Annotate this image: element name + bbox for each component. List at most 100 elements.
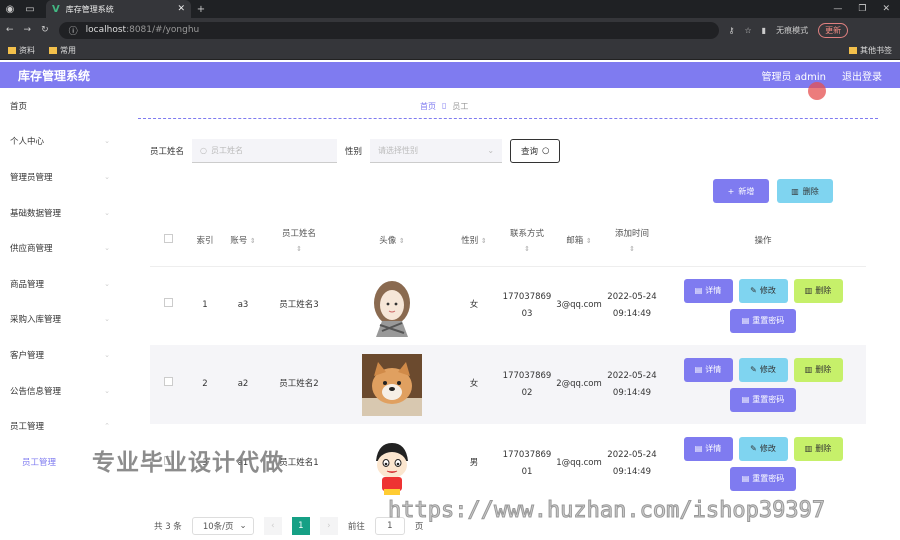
batch-delete-button[interactable]: ▥ 删除	[777, 179, 833, 203]
browser-menu-icon[interactable]: ◉	[0, 0, 20, 18]
sidebar-item-supplier[interactable]: 供应商管理 ⌄	[0, 230, 122, 266]
sidebar-item-goods[interactable]: 商品管理 ⌄	[0, 266, 122, 302]
cell-time: 2022-05-24 09:14:49	[607, 291, 657, 319]
sidebar-item-purchase[interactable]: 采购入库管理 ⌄	[0, 302, 122, 338]
col-avatar[interactable]: 头像 ⇕	[336, 218, 448, 267]
sidepanel-icon[interactable]: ▮	[762, 26, 766, 35]
detail-button[interactable]: ▤ 详情	[683, 357, 733, 382]
select-all-checkbox[interactable]	[163, 234, 173, 244]
table-row: 1 a3 员工姓名3 女 17703786903 3@qq.com 2022-0…	[150, 266, 866, 345]
cell-name: 员工姓名3	[279, 300, 319, 311]
sidebar-item-notice[interactable]: 公告信息管理 ⌄	[0, 373, 122, 409]
sort-icon[interactable]: ⇕	[481, 237, 487, 245]
page-size-select[interactable]: 10条/页 ⌄	[191, 517, 254, 535]
url-field[interactable]: ⓘ localhost:8081/#/yonghu	[58, 21, 719, 39]
gender-select[interactable]: 请选择性别 ⌄	[370, 139, 503, 163]
edit-button[interactable]: ✎ 修改	[738, 436, 788, 461]
tab-search-icon[interactable]: ▭	[20, 0, 40, 18]
add-button[interactable]: + 新增	[713, 179, 769, 203]
reset-label: 重置密码	[752, 474, 785, 483]
reset-password-button[interactable]: ▤ 重置密码	[730, 387, 796, 412]
col-email[interactable]: 邮箱 ⇕	[554, 218, 604, 267]
chevron-up-icon: ⌃	[104, 422, 110, 431]
col-account[interactable]: 账号 ⇕	[224, 218, 262, 267]
breadcrumb-home[interactable]: 首页	[420, 101, 436, 112]
query-button[interactable]: 查询 ○	[510, 139, 561, 163]
browser-tab[interactable]: V 库存管理系统 ✕	[46, 0, 191, 18]
edit-label: 修改	[759, 365, 776, 374]
window-close-icon[interactable]: ✕	[882, 4, 890, 14]
sort-icon[interactable]: ⇕	[629, 245, 635, 253]
name-search-input[interactable]: ○ 员工姓名	[192, 139, 338, 163]
sidebar-item-home[interactable]: 首页	[0, 88, 122, 124]
bookmark-label: 资料	[19, 46, 35, 55]
sidebar-item-customer[interactable]: 客户管理 ⌄	[0, 337, 122, 373]
col-gender[interactable]: 性别 ⇕	[448, 218, 500, 267]
avatar-image[interactable]	[362, 353, 422, 416]
star-icon[interactable]: ☆	[745, 26, 752, 35]
col-label: 添加时间	[614, 228, 649, 239]
row-checkbox[interactable]	[163, 298, 173, 308]
reload-icon[interactable]: ↻	[41, 25, 49, 35]
trash-icon: ▥	[804, 365, 813, 374]
sort-icon[interactable]: ⇕	[399, 237, 405, 245]
delete-button[interactable]: ▥ 删除	[793, 278, 843, 303]
sort-icon[interactable]: ⇕	[250, 237, 256, 245]
detail-button[interactable]: ▤ 详情	[683, 278, 733, 303]
reset-password-button[interactable]: ▤ 重置密码	[730, 308, 796, 333]
doc-icon: ▤	[694, 286, 703, 296]
info-icon[interactable]: ⓘ	[69, 24, 78, 37]
filter-bar: 员工姓名 ○ 员工姓名 性别 请选择性别 ⌄ 查询 ○	[150, 139, 561, 163]
avatar-image[interactable]	[362, 274, 422, 337]
edit-button[interactable]: ✎ 修改	[738, 357, 788, 382]
restore-icon[interactable]: ❐	[858, 4, 866, 14]
delete-button[interactable]: ▥ 删除	[793, 357, 843, 382]
minimize-icon[interactable]: —	[833, 4, 842, 14]
cell-name: 员工姓名2	[262, 345, 336, 424]
incognito-label[interactable]: 无痕模式	[776, 25, 808, 36]
key-icon[interactable]: ⚷	[729, 26, 735, 35]
browser-tab-bar: ◉ ▭ V 库存管理系统 ✕ + — ❐ ✕	[0, 0, 900, 18]
reset-password-button[interactable]: ▤ 重置密码	[730, 466, 796, 491]
back-icon[interactable]: ←	[6, 25, 14, 35]
logout-link[interactable]: 退出登录	[842, 68, 882, 83]
new-tab-icon[interactable]: +	[191, 0, 211, 18]
page-1-button[interactable]: 1	[291, 517, 310, 535]
gender-label: 性别	[345, 147, 363, 157]
next-page-button[interactable]: ›	[319, 517, 338, 535]
search-icon: ○	[200, 146, 207, 155]
sidebar-item-basic-data[interactable]: 基础数据管理 ⌄	[0, 195, 122, 231]
edit-button[interactable]: ✎ 修改	[738, 278, 788, 303]
sidebar-item-staff[interactable]: 员工管理 ⌃	[0, 408, 122, 444]
watermark-text: 专业毕业设计代做	[92, 450, 284, 476]
other-bookmarks[interactable]: 其他书签	[849, 45, 892, 56]
bookmark-folder[interactable]: 常用	[49, 45, 76, 56]
avatar-image[interactable]	[362, 432, 422, 495]
sidebar-item-label: 员工管理	[22, 457, 57, 468]
bookmark-folder[interactable]: 资料	[8, 45, 35, 56]
delete-button[interactable]: ▥ 删除	[793, 436, 843, 461]
doc-icon: ▤	[694, 365, 703, 374]
sidebar-item-label: 公告信息管理	[10, 386, 62, 397]
sort-icon[interactable]: ⇕	[296, 245, 302, 253]
col-name[interactable]: 员工姓名 ⇕	[262, 218, 336, 267]
sort-icon[interactable]: ⇕	[586, 237, 592, 245]
col-time[interactable]: 添加时间 ⇕	[604, 218, 660, 267]
forward-icon[interactable]: →	[24, 25, 32, 35]
sidebar-item-admin[interactable]: 管理员管理 ⌄	[0, 159, 122, 195]
bookmark-label: 常用	[60, 46, 76, 55]
cell-avatar	[336, 266, 448, 345]
prev-page-button[interactable]: ‹	[263, 517, 282, 535]
cell-email: 1@qq.com	[556, 458, 602, 468]
app-header: 库存管理系统 管理员 admin 退出登录	[0, 62, 900, 88]
doc-icon: ▤	[694, 444, 703, 453]
update-button[interactable]: 更新	[818, 22, 849, 38]
close-tab-icon[interactable]: ✕	[177, 4, 185, 14]
col-phone[interactable]: 联系方式 ⇕	[500, 218, 554, 267]
total-count: 共 3 条	[154, 522, 182, 532]
detail-button[interactable]: ▤ 详情	[683, 436, 733, 461]
row-checkbox[interactable]	[163, 377, 173, 386]
cell-avatar	[336, 345, 448, 424]
sidebar-item-profile[interactable]: 个人中心 ⌄	[0, 124, 122, 160]
sort-icon[interactable]: ⇕	[524, 245, 530, 253]
